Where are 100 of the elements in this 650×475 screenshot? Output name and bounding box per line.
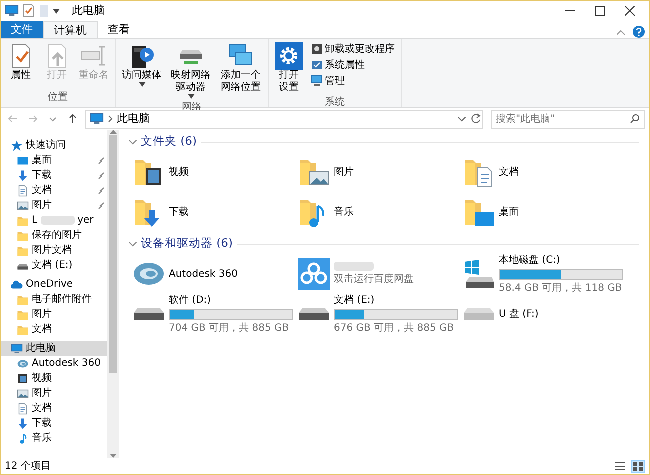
close-icon <box>625 6 635 16</box>
desktop-icon <box>17 154 29 166</box>
up-arrow-icon <box>68 114 78 124</box>
scrollbar[interactable] <box>107 130 119 458</box>
media-button[interactable]: 访问媒体 <box>120 41 164 100</box>
refresh-icon <box>470 113 482 125</box>
sidebar-item[interactable]: 下载 <box>1 416 107 431</box>
search-icon <box>630 114 640 124</box>
cloud-icon <box>11 278 23 290</box>
folder-icon <box>17 230 29 242</box>
computer-manage-icon <box>311 75 323 87</box>
item-name: 文档 (E:) <box>334 294 376 308</box>
sidebar-item[interactable]: 文档 (E:) <box>1 258 107 273</box>
download-arrow-icon <box>17 170 29 182</box>
sysprops-button[interactable]: 系统属性 <box>309 57 397 73</box>
sidebar-item[interactable]: 文档 <box>1 401 107 416</box>
folder-icon <box>17 214 29 226</box>
section-header[interactable]: 设备和驱动器 (6) <box>129 234 639 254</box>
sidebar-item[interactable]: 电子邮件附件 <box>1 292 107 307</box>
properties-check-icon <box>23 4 35 18</box>
sidebar-item[interactable]: L yer <box>1 213 107 228</box>
file-menu-tab[interactable]: 文件 <box>1 21 43 38</box>
expanded-chevron-icon <box>129 140 137 144</box>
properties-button[interactable]: 属性 <box>5 41 37 83</box>
scroll-down-icon <box>110 454 116 458</box>
item-name: 桌面 <box>499 206 519 220</box>
sidebar-item[interactable]: OneDrive <box>1 277 107 292</box>
search-field[interactable]: 搜索"此电脑" <box>491 110 645 128</box>
document-icon <box>17 402 29 414</box>
netloc-button[interactable]: 添加一个网络位置 <box>218 41 264 100</box>
item-name: 下载 <box>169 206 189 220</box>
item-name: U 盘 (F:) <box>499 308 539 322</box>
tile[interactable]: 图片 <box>294 154 459 190</box>
sidebar-item[interactable]: 图片 <box>1 386 107 401</box>
breadcrumb-chevron-icon <box>108 115 113 123</box>
netdrive-button[interactable]: 映射网络驱动器 <box>168 41 214 100</box>
collapse-ribbon-icon <box>617 30 625 34</box>
sidebar-item[interactable]: 桌面 <box>1 153 107 168</box>
cloud-app-icon <box>298 258 330 290</box>
sidebar-item[interactable]: Autodesk 360 <box>1 356 107 371</box>
system-check-icon <box>311 59 323 71</box>
film-icon <box>17 372 29 384</box>
folder-icon <box>17 244 29 256</box>
item-name: 音乐 <box>334 206 354 220</box>
drive-icon <box>134 308 164 320</box>
computer-icon <box>5 4 19 18</box>
forward-arrow-icon <box>28 114 38 124</box>
sidebar-item[interactable]: 此电脑 <box>1 341 107 356</box>
details-view-button[interactable] <box>613 460 627 472</box>
sidebar-item[interactable]: 音乐 <box>1 431 107 446</box>
picture-icon <box>17 388 29 400</box>
computer-icon <box>90 112 104 126</box>
item-name: 本地磁盘 (C:) <box>499 254 562 268</box>
dropdown-caret-icon <box>53 8 60 14</box>
folder-icon <box>17 294 29 306</box>
sidebar-item[interactable]: 图片 <box>1 198 107 213</box>
tile[interactable]: 桌面 <box>459 194 624 230</box>
section-header[interactable]: 文件夹 (6) <box>129 132 639 152</box>
item-name: 软件 (D:) <box>169 294 212 308</box>
scroll-up-icon <box>110 130 116 134</box>
address-bar[interactable]: 此电脑 <box>85 110 483 128</box>
removable-drive-icon <box>464 308 494 320</box>
ribbon-tab[interactable]: 计算机 <box>43 21 98 38</box>
expanded-chevron-icon <box>129 242 137 246</box>
tile[interactable]: 音乐 <box>294 194 459 230</box>
tile[interactable]: U 盘 (F:) <box>459 296 624 332</box>
picture-icon <box>17 200 29 212</box>
item-count: 12 个项目 <box>5 460 51 474</box>
windows-drive-icon <box>463 260 495 288</box>
document-icon <box>17 184 29 196</box>
window-title: 此电脑 <box>72 2 105 19</box>
sidebar-item[interactable]: 图片 <box>1 307 107 322</box>
sidebar-item[interactable]: 保存的图片 <box>1 228 107 243</box>
ribbon-tab[interactable]: 查看 <box>98 21 140 38</box>
item-name: Autodesk 360 <box>169 268 238 282</box>
sidebar-item[interactable]: 下载 <box>1 168 107 183</box>
settings-icon <box>275 42 303 70</box>
drive-icon <box>299 308 329 320</box>
manage-button[interactable]: 管理 <box>309 73 397 89</box>
uninstall-button[interactable]: 卸载或更改程序 <box>309 41 397 57</box>
tile[interactable]: 文档 <box>459 154 624 190</box>
program-box-icon <box>311 43 323 55</box>
computer-icon <box>11 342 23 354</box>
sidebar-item[interactable]: 视频 <box>1 371 107 386</box>
star-icon <box>11 140 23 152</box>
tile[interactable]: 下载 <box>129 194 294 230</box>
swirl-logo-icon <box>17 358 29 370</box>
sidebar-item[interactable]: 快速访问 <box>1 138 107 153</box>
sidebar-item[interactable]: 文档 <box>1 322 107 337</box>
tile[interactable]: Autodesk 360 <box>129 256 294 292</box>
tile[interactable]: 双击运行百度网盘 <box>294 256 459 292</box>
tiles-view-button[interactable] <box>631 460 645 472</box>
item-name: 视频 <box>169 166 189 180</box>
sidebar-item[interactable]: 图片文档 <box>1 243 107 258</box>
sidebar-item[interactable]: 文档 <box>1 183 107 198</box>
download-arrow-icon <box>17 418 29 430</box>
item-name: 文档 <box>499 166 519 180</box>
settings-button[interactable]: 打开设置 <box>273 41 305 95</box>
tile[interactable]: 视频 <box>129 154 294 190</box>
folder-icon <box>17 308 29 320</box>
